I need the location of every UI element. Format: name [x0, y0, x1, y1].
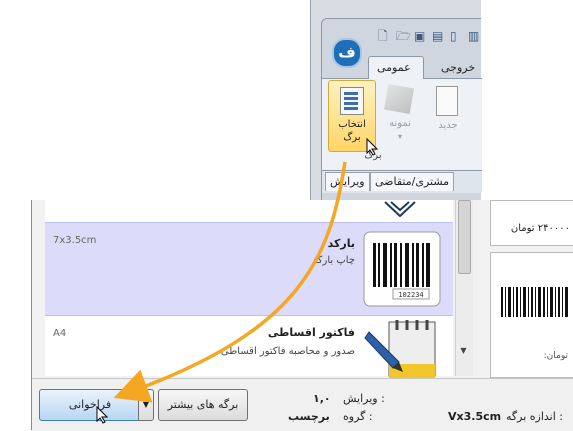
mouse-cursor-icon: [366, 138, 378, 156]
list-item[interactable]: A4 فاکتور اقساطی صدور و محاصبه فاکتور اق…: [45, 316, 453, 378]
barcode-icon: 102234: [363, 231, 441, 307]
page-icon[interactable]: ▯: [450, 30, 462, 42]
scroll-down-icon[interactable]: ▼: [458, 346, 469, 358]
preview-sheet-top: ۲۴۰۰۰۰ تومان: [490, 200, 573, 246]
item-size: A4: [53, 328, 67, 339]
recall-button[interactable]: فراخوانی: [39, 389, 141, 421]
tab-edit[interactable]: ویرایش: [325, 172, 370, 191]
open-folder-icon[interactable]: 🗁: [396, 30, 411, 42]
mouse-cursor-icon: [96, 406, 108, 424]
scrollbar-thumb[interactable]: [458, 200, 471, 274]
item-description: چاپ بارکد: [312, 255, 356, 266]
version-value: ۱,۰: [313, 392, 331, 405]
tab-output[interactable]: خروجی: [432, 56, 488, 79]
preview-barcode-icon: [501, 287, 568, 317]
sheet-size-value: Vx3.5cm: [448, 410, 502, 423]
new-page-icon: [436, 86, 458, 116]
print-icon[interactable]: ▤: [432, 30, 444, 42]
group-value: برچسب: [288, 410, 330, 423]
select-sheet-label-1: انتخاب: [338, 119, 366, 130]
list-item[interactable]: 7x3.5cm بارکد چاپ بارکد 102234: [45, 222, 453, 316]
app-menu-button[interactable]: ف: [332, 38, 362, 68]
sheet-size-label: اندازه برگه :: [506, 410, 563, 423]
recall-dropdown-button[interactable]: ▼: [138, 389, 154, 421]
preview-price: ۲۴۰۰۰۰ تومان: [510, 223, 570, 234]
new-doc-icon[interactable]: 🗋: [378, 30, 390, 42]
item-description: صدور و محاصبه فاکتور اقساطی: [220, 346, 355, 357]
sample-dropdown-icon: ▾: [397, 132, 402, 141]
sample-icon: [383, 83, 415, 115]
new-button[interactable]: جدید: [428, 80, 468, 150]
tab-general[interactable]: عمومی: [368, 56, 424, 79]
new-label: جدید: [438, 120, 458, 131]
item-title: فاکتور اقساطی: [267, 326, 355, 339]
more-sheets-button[interactable]: برگه های بیشتر: [158, 389, 248, 421]
item-title: بارکد: [327, 237, 355, 250]
sheet-list-icon: [340, 87, 364, 115]
version-label: ویرایش :: [343, 392, 385, 405]
ornament-icon: [384, 201, 416, 218]
save-icon[interactable]: ▣: [414, 30, 426, 42]
svg-text:102234: 102234: [398, 291, 423, 299]
item-size: 7x3.5cm: [53, 235, 97, 246]
group-label: گروه :: [343, 410, 373, 423]
sample-button[interactable]: نمونه ▾: [378, 80, 422, 150]
copy-icon[interactable]: ▥: [468, 30, 480, 42]
invoice-pen-icon: [364, 320, 436, 378]
preview-price-label: تومان:: [543, 351, 568, 361]
preview-sheet-barcode: تومان:: [490, 252, 573, 378]
tab-customer[interactable]: مشتری/متقاضی: [370, 172, 455, 191]
sample-label: نمونه: [389, 118, 411, 129]
